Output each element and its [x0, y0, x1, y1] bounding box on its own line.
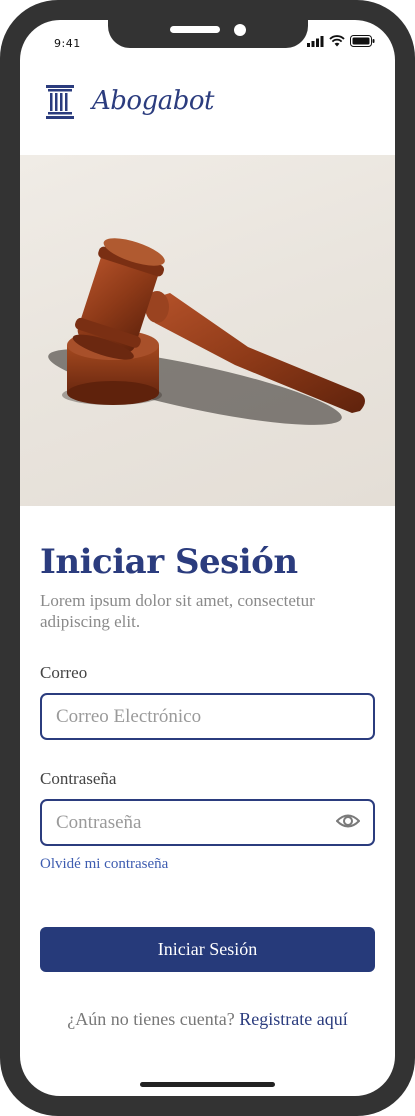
page-subtitle: Lorem ipsum dolor sit amet, consectetur … — [40, 591, 315, 631]
signup-question: ¿Aún no tienes cuenta? — [67, 1009, 240, 1029]
signup-row: ¿Aún no tienes cuenta? Registrate aquí — [20, 1009, 395, 1030]
wifi-icon — [329, 35, 345, 47]
phone-frame: 9:41 Abogabot Iniciar Sesión Lorem ipsum… — [0, 0, 415, 1116]
eye-icon[interactable] — [336, 812, 360, 830]
app-screen: 9:41 Abogabot Iniciar Sesión Lorem ipsum… — [20, 20, 395, 1096]
login-button[interactable]: Iniciar Sesión — [40, 927, 375, 972]
signup-link[interactable]: Registrate aquí — [239, 1009, 347, 1029]
email-label: Correo — [40, 663, 88, 682]
phone-notch — [108, 20, 308, 48]
signal-icon — [307, 35, 324, 47]
pillar-icon — [46, 85, 74, 119]
hero-image — [20, 155, 395, 506]
password-label: Contraseña — [40, 769, 117, 788]
front-camera — [234, 24, 246, 36]
battery-icon — [350, 35, 375, 47]
status-icons — [307, 35, 375, 47]
gavel-image — [48, 238, 365, 425]
email-field[interactable] — [40, 693, 375, 740]
page-title: Iniciar Sesión — [40, 542, 298, 582]
brand-name: Abogabot — [92, 86, 214, 116]
forgot-password-link[interactable]: Olvidé mi contraseña — [40, 856, 168, 873]
home-indicator — [140, 1082, 275, 1087]
password-field[interactable] — [40, 799, 375, 846]
speaker-grille — [170, 26, 220, 33]
status-time: 9:41 — [54, 37, 81, 50]
app-header: Abogabot — [20, 82, 395, 142]
